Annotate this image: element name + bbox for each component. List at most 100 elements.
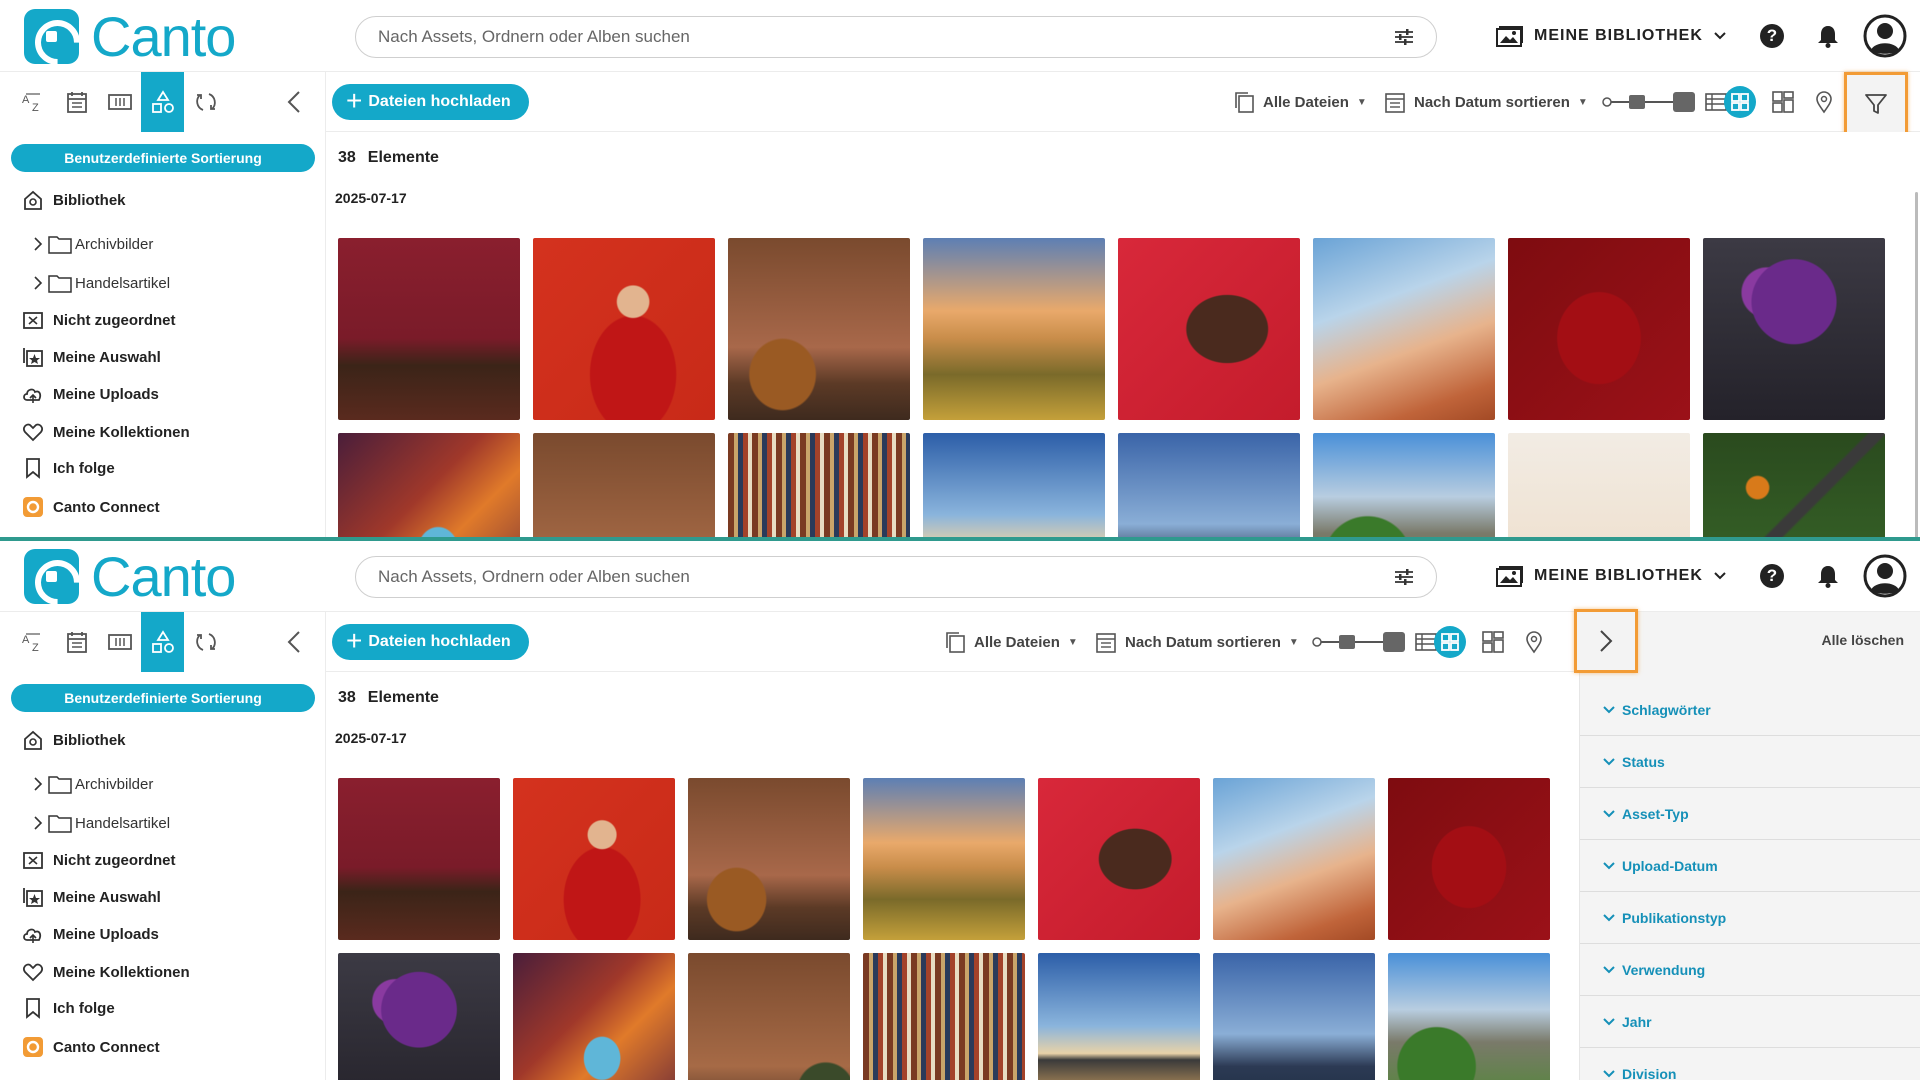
chevron-right-icon[interactable] <box>32 816 44 830</box>
clear-all-filters-link[interactable]: Alle löschen <box>1822 632 1904 648</box>
folder-view-icon[interactable] <box>98 612 141 672</box>
sidebar-item-canto-connect[interactable]: Canto Connect <box>22 495 160 519</box>
sidebar-item-library[interactable]: Bibliothek <box>22 188 126 212</box>
asset-thumbnail-brown-room-chair[interactable] <box>728 238 910 420</box>
search-input[interactable] <box>378 557 1338 597</box>
map-pin-icon[interactable] <box>1522 630 1546 654</box>
sidebar-item-my-collections[interactable]: Meine Kollektionen <box>22 960 190 984</box>
asset-thumbnail-glass-buildings[interactable] <box>1213 953 1375 1080</box>
asset-thumbnail-woman-red-dress[interactable] <box>533 238 715 420</box>
mosaic-view-icon[interactable] <box>1771 90 1795 114</box>
asset-thumbnail-canyon-hiker[interactable] <box>1213 778 1375 940</box>
asset-thumbnail-library-bookshelves[interactable] <box>863 953 1025 1080</box>
user-avatar-icon[interactable] <box>1863 554 1907 598</box>
chevron-right-icon[interactable] <box>32 276 44 290</box>
collapse-sidebar-icon[interactable] <box>284 628 304 656</box>
calendar-icon[interactable] <box>55 72 98 132</box>
sort-by-date-dropdown[interactable]: Nach Datum sortieren ▼ <box>1384 90 1588 114</box>
sync-icon[interactable] <box>184 612 227 672</box>
collapse-sidebar-icon[interactable] <box>284 88 304 116</box>
asset-thumbnail-beach-rocks-sunset[interactable] <box>1038 953 1200 1080</box>
filter-division[interactable]: Division <box>1580 1048 1920 1080</box>
sidebar-folder-handelsartikel[interactable]: Handelsartikel <box>32 811 170 835</box>
asset-thumbnail-balloons-valley-sunset[interactable] <box>863 778 1025 940</box>
map-pin-icon[interactable] <box>1812 90 1836 114</box>
help-icon[interactable]: ? <box>1760 24 1784 48</box>
filter-upload-date[interactable]: Upload-Datum <box>1580 840 1920 892</box>
sidebar-item-library[interactable]: Bibliothek <box>22 728 126 752</box>
asset-thumbnail-glass-buildings[interactable] <box>1118 433 1300 540</box>
search-options-icon[interactable] <box>1394 568 1414 586</box>
sidebar-item-following[interactable]: Ich folge <box>22 996 115 1020</box>
az-sort-icon[interactable]: AZ <box>12 72 55 132</box>
sidebar-item-my-uploads[interactable]: Meine Uploads <box>22 382 159 406</box>
sidebar-item-following[interactable]: Ich folge <box>22 456 115 480</box>
mosaic-view-icon[interactable] <box>1481 630 1505 654</box>
asset-thumbnail-purple-lilac-vase[interactable] <box>338 953 500 1080</box>
filter-keywords[interactable]: Schlagwörter <box>1580 684 1920 736</box>
sync-icon[interactable] <box>184 72 227 132</box>
all-files-dropdown[interactable]: Alle Dateien ▼ <box>1233 90 1367 114</box>
library-dropdown[interactable]: MEINE BIBLIOTHEK <box>1496 560 1727 592</box>
sidebar-item-my-selection[interactable]: Meine Auswahl <box>22 345 161 369</box>
calendar-icon[interactable] <box>55 612 98 672</box>
upload-files-button[interactable]: + Dateien hochladen <box>332 624 529 660</box>
library-dropdown[interactable]: MEINE BIBLIOTHEK <box>1496 20 1727 52</box>
asset-thumbnail-brown-wall-plants[interactable] <box>533 433 715 540</box>
asset-thumbnail-castle-garden[interactable] <box>1313 433 1495 540</box>
sidebar-item-my-collections[interactable]: Meine Kollektionen <box>22 420 190 444</box>
filter-button[interactable] <box>1844 72 1908 136</box>
asset-thumbnail-antelope-canyon[interactable] <box>513 953 675 1080</box>
asset-thumbnail-brown-room-chair[interactable] <box>688 778 850 940</box>
asset-thumbnail-castle-garden[interactable] <box>1388 953 1550 1080</box>
asset-thumbnail-purple-lilac-vase[interactable] <box>1703 238 1885 420</box>
notification-bell-icon[interactable] <box>1817 24 1839 48</box>
collapse-filter-panel-button[interactable] <box>1574 609 1638 673</box>
search-options-icon[interactable] <box>1394 28 1414 46</box>
sidebar-folder-archivbilder[interactable]: Archivbilder <box>32 232 153 256</box>
asset-thumbnail-canyon-hiker[interactable] <box>1313 238 1495 420</box>
chevron-right-icon[interactable] <box>32 237 44 251</box>
canto-logo[interactable]: Canto <box>24 549 236 605</box>
asset-thumbnail-woman-red-suit[interactable] <box>1508 238 1690 420</box>
thumbnail-size-slider[interactable] <box>1601 91 1697 113</box>
custom-tree-icon[interactable] <box>141 72 184 132</box>
asset-thumbnail-living-room-red-wall[interactable] <box>338 238 520 420</box>
search-input[interactable] <box>378 17 1338 57</box>
sidebar-folder-handelsartikel[interactable]: Handelsartikel <box>32 271 170 295</box>
sidebar-item-unassigned[interactable]: Nicht zugeordnet <box>22 308 176 332</box>
asset-thumbnail-forest-aerial-road[interactable] <box>1703 433 1885 540</box>
chevron-right-icon[interactable] <box>32 777 44 791</box>
sidebar-folder-archivbilder[interactable]: Archivbilder <box>32 772 153 796</box>
all-files-dropdown[interactable]: Alle Dateien ▼ <box>944 630 1078 654</box>
upload-files-button[interactable]: + Dateien hochladen <box>332 84 529 120</box>
asset-thumbnail-brown-wall-plants[interactable] <box>688 953 850 1080</box>
user-avatar-icon[interactable] <box>1863 14 1907 58</box>
custom-sort-button[interactable]: Benutzerdefinierte Sortierung <box>11 144 315 172</box>
asset-thumbnail-woman-red-suit[interactable] <box>1388 778 1550 940</box>
sidebar-item-canto-connect[interactable]: Canto Connect <box>22 1035 160 1059</box>
sidebar-item-my-selection[interactable]: Meine Auswahl <box>22 885 161 909</box>
asset-thumbnail-woman-smiling-red[interactable] <box>1038 778 1200 940</box>
scrollbar[interactable] <box>1915 192 1918 540</box>
asset-thumbnail-library-bookshelves[interactable] <box>728 433 910 540</box>
asset-thumbnail-living-room-red-wall[interactable] <box>338 778 500 940</box>
filter-asset-type[interactable]: Asset-Typ <box>1580 788 1920 840</box>
thumbnail-size-slider[interactable] <box>1311 631 1407 653</box>
sidebar-item-unassigned[interactable]: Nicht zugeordnet <box>22 848 176 872</box>
filter-year[interactable]: Jahr <box>1580 996 1920 1048</box>
folder-view-icon[interactable] <box>98 72 141 132</box>
az-sort-icon[interactable]: AZ <box>12 612 55 672</box>
filter-status[interactable]: Status <box>1580 736 1920 788</box>
sort-by-date-dropdown[interactable]: Nach Datum sortieren ▼ <box>1095 630 1299 654</box>
asset-thumbnail-balloons-valley-sunset[interactable] <box>923 238 1105 420</box>
notification-bell-icon[interactable] <box>1817 564 1839 588</box>
asset-thumbnail-beach-rocks-sunset[interactable] <box>923 433 1105 540</box>
sidebar-item-my-uploads[interactable]: Meine Uploads <box>22 922 159 946</box>
grid-view-icon[interactable] <box>1434 626 1466 658</box>
custom-tree-icon[interactable] <box>141 612 184 672</box>
grid-view-icon[interactable] <box>1724 86 1756 118</box>
asset-thumbnail-woman-red-dress[interactable] <box>513 778 675 940</box>
asset-thumbnail-balloons-city[interactable] <box>1508 433 1690 540</box>
filter-publication-type[interactable]: Publikationstyp <box>1580 892 1920 944</box>
